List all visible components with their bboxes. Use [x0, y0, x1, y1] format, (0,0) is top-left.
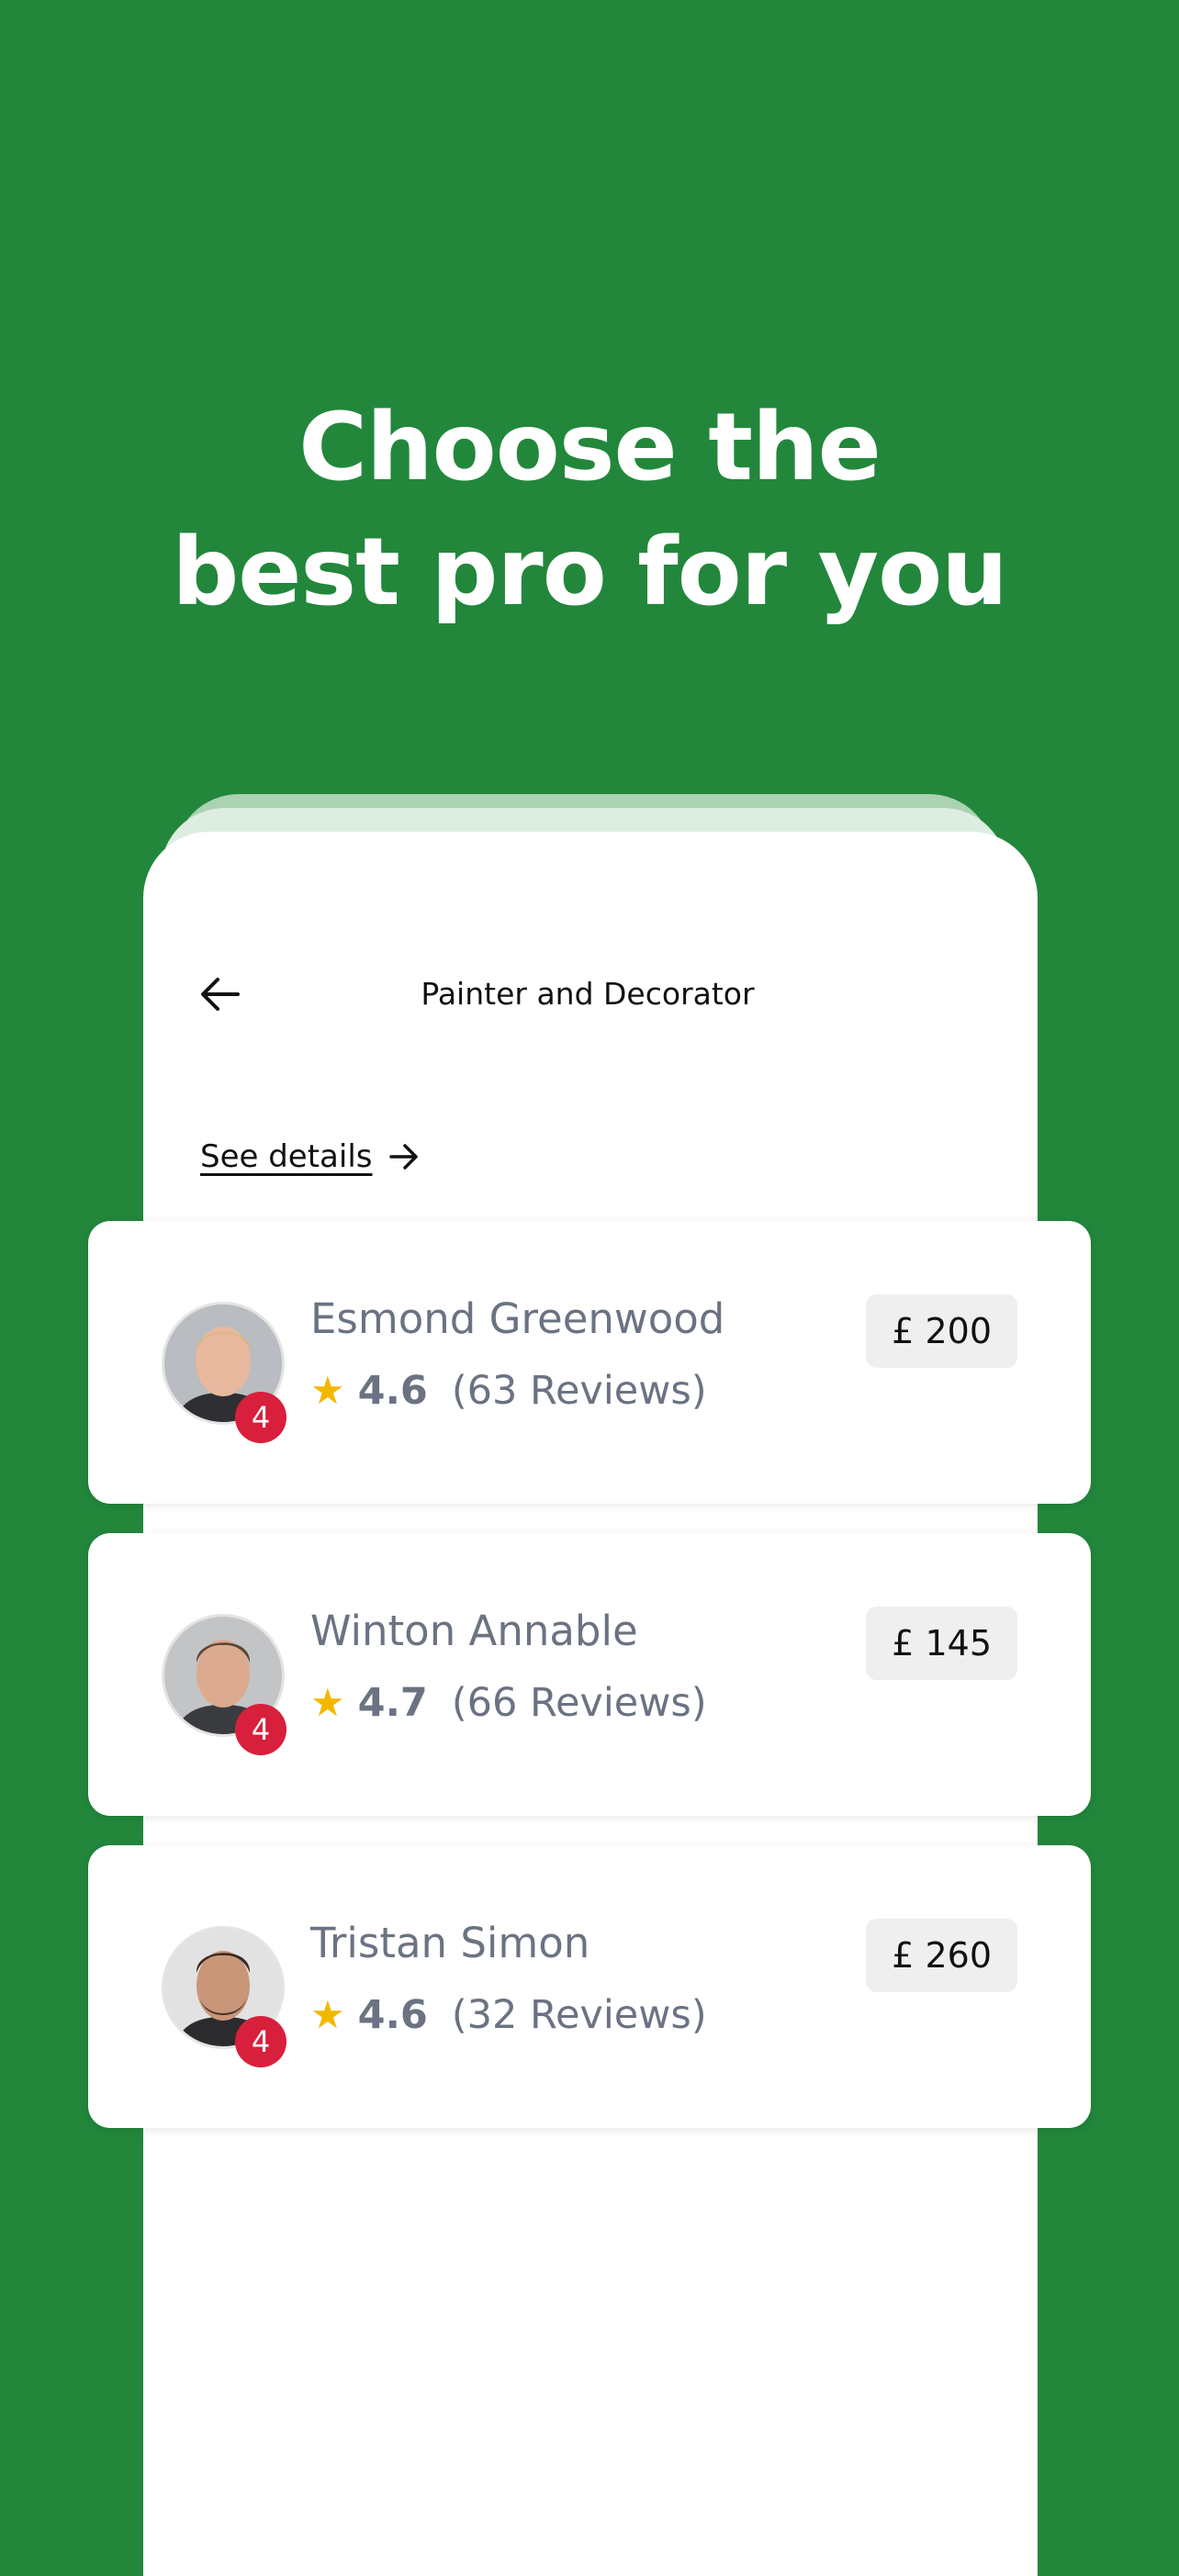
see-details-link[interactable]: See details — [200, 1138, 421, 1175]
review-count: (63 Reviews) — [451, 1368, 707, 1414]
price-tag: £ 145 — [866, 1607, 1017, 1680]
notification-badge: 4 — [235, 1704, 286, 1755]
pro-card[interactable]: 4 Tristan Simon ★ 4.6 (32 Reviews) £ 260 — [88, 1845, 1091, 2128]
screen-title: Painter and Decorator — [421, 976, 755, 1012]
see-details-label: See details — [200, 1138, 373, 1175]
star-icon: ★ — [310, 1680, 345, 1725]
rating-row: ★ 4.6 (32 Reviews) — [310, 1992, 707, 2038]
rating-row: ★ 4.6 (63 Reviews) — [310, 1368, 707, 1414]
review-count: (32 Reviews) — [451, 1992, 707, 2038]
headline-line-2: best pro for you — [172, 518, 1008, 627]
pro-name: Winton Annable — [310, 1607, 638, 1655]
arrow-right-icon — [388, 1144, 418, 1170]
arrow-left-icon — [201, 978, 240, 1011]
notification-badge: 4 — [235, 1392, 286, 1443]
review-count: (66 Reviews) — [451, 1680, 707, 1726]
star-icon: ★ — [310, 1368, 345, 1413]
pro-card[interactable]: 4 Esmond Greenwood ★ 4.6 (63 Reviews) £ … — [88, 1221, 1091, 1504]
headline-line-1: Choose the — [298, 393, 881, 502]
promo-headline: Choose the best pro for you — [0, 386, 1179, 635]
price-tag: £ 260 — [866, 1919, 1017, 1992]
back-button[interactable] — [196, 971, 242, 1017]
rating-value: 4.6 — [357, 1368, 428, 1414]
rating-value: 4.6 — [357, 1992, 428, 2038]
rating-row: ★ 4.7 (66 Reviews) — [310, 1680, 707, 1726]
pro-name: Esmond Greenwood — [310, 1294, 725, 1343]
rating-value: 4.7 — [357, 1680, 428, 1726]
price-tag: £ 200 — [866, 1294, 1017, 1368]
notification-badge: 4 — [235, 2016, 286, 2067]
pro-card[interactable]: 4 Winton Annable ★ 4.7 (66 Reviews) £ 14… — [88, 1533, 1091, 1816]
pro-name: Tristan Simon — [310, 1919, 590, 1967]
star-icon: ★ — [310, 1992, 345, 2037]
